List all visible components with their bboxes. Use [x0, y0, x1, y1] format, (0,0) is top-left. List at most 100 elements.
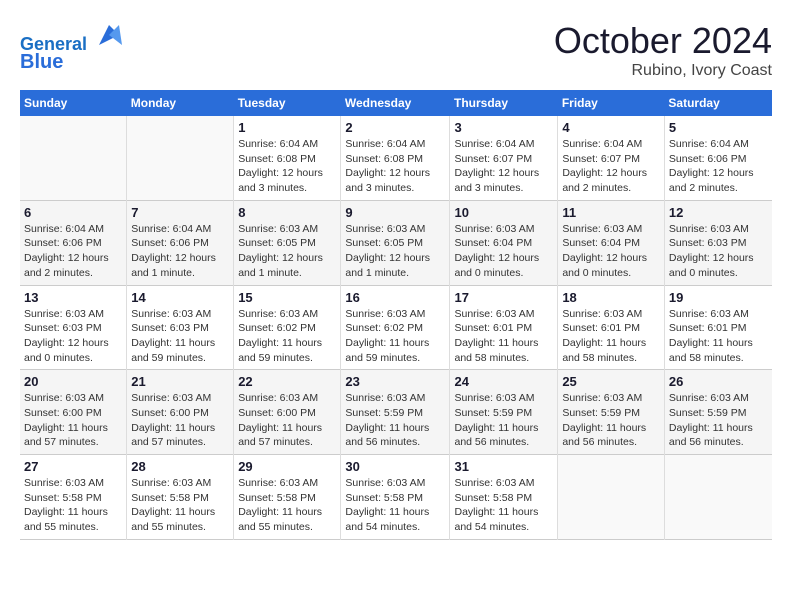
- day-number: 27: [24, 459, 122, 474]
- day-number: 14: [131, 290, 229, 305]
- day-info: Sunrise: 6:03 AM Sunset: 6:00 PM Dayligh…: [238, 391, 336, 450]
- day-info: Sunrise: 6:03 AM Sunset: 6:01 PM Dayligh…: [669, 307, 768, 366]
- day-info: Sunrise: 6:03 AM Sunset: 6:00 PM Dayligh…: [131, 391, 229, 450]
- calendar-cell: 5 Sunrise: 6:04 AM Sunset: 6:06 PM Daylig…: [664, 116, 772, 200]
- day-number: 28: [131, 459, 229, 474]
- day-number: 22: [238, 374, 336, 389]
- logo: General Blue: [20, 20, 124, 73]
- day-number: 13: [24, 290, 122, 305]
- day-info: Sunrise: 6:03 AM Sunset: 6:01 PM Dayligh…: [454, 307, 553, 366]
- day-number: 6: [24, 205, 122, 220]
- calendar-cell: 23 Sunrise: 6:03 AM Sunset: 5:59 PM Dayli…: [341, 370, 450, 455]
- weekday-header: Monday: [127, 90, 234, 116]
- calendar-cell: 17 Sunrise: 6:03 AM Sunset: 6:01 PM Dayli…: [450, 285, 558, 370]
- calendar-cell: 20 Sunrise: 6:03 AM Sunset: 6:00 PM Dayli…: [20, 370, 127, 455]
- calendar-cell: 26Sunrise: 6:03 AM Sunset: 5:59 PM Dayli…: [664, 370, 772, 455]
- calendar-cell: 22 Sunrise: 6:03 AM Sunset: 6:00 PM Dayli…: [234, 370, 341, 455]
- calendar-cell: 27 Sunrise: 6:03 AM Sunset: 5:58 PM Dayli…: [20, 455, 127, 540]
- calendar-cell: [558, 455, 665, 540]
- day-number: 16: [345, 290, 445, 305]
- calendar-table: SundayMondayTuesdayWednesdayThursdayFrid…: [20, 90, 772, 540]
- month-title: October 2024 Rubino, Ivory Coast: [554, 20, 772, 80]
- day-info: Sunrise: 6:03 AM Sunset: 6:00 PM Dayligh…: [24, 391, 122, 450]
- day-number: 1: [238, 120, 336, 135]
- calendar-cell: 3Sunrise: 6:04 AM Sunset: 6:07 PM Daylig…: [450, 116, 558, 200]
- calendar-week-row: 20 Sunrise: 6:03 AM Sunset: 6:00 PM Dayli…: [20, 370, 772, 455]
- day-info: Sunrise: 6:03 AM Sunset: 6:05 PM Dayligh…: [238, 222, 336, 281]
- day-info: Sunrise: 6:03 AM Sunset: 5:59 PM Dayligh…: [454, 391, 553, 450]
- calendar-cell: 16 Sunrise: 6:03 AM Sunset: 6:02 PM Dayli…: [341, 285, 450, 370]
- day-info: Sunrise: 6:03 AM Sunset: 6:03 PM Dayligh…: [669, 222, 768, 281]
- page-header: General Blue October 2024 Rubino, Ivory …: [20, 20, 772, 80]
- calendar-cell: 25Sunrise: 6:03 AM Sunset: 5:59 PM Dayli…: [558, 370, 665, 455]
- calendar-cell: 8 Sunrise: 6:03 AM Sunset: 6:05 PM Daylig…: [234, 200, 341, 285]
- weekday-header: Tuesday: [234, 90, 341, 116]
- day-number: 21: [131, 374, 229, 389]
- logo-icon: [94, 20, 124, 50]
- calendar-cell: 13Sunrise: 6:03 AM Sunset: 6:03 PM Dayli…: [20, 285, 127, 370]
- calendar-cell: 14 Sunrise: 6:03 AM Sunset: 6:03 PM Dayli…: [127, 285, 234, 370]
- calendar-body: 1 Sunrise: 6:04 AM Sunset: 6:08 PM Daylig…: [20, 116, 772, 539]
- day-info: Sunrise: 6:03 AM Sunset: 5:59 PM Dayligh…: [345, 391, 445, 450]
- day-info: Sunrise: 6:03 AM Sunset: 5:58 PM Dayligh…: [24, 476, 122, 535]
- calendar-cell: 29 Sunrise: 6:03 AM Sunset: 5:58 PM Dayli…: [234, 455, 341, 540]
- day-info: Sunrise: 6:03 AM Sunset: 6:03 PM Dayligh…: [131, 307, 229, 366]
- calendar-week-row: 13 Sunrise: 6:03 AM Sunset: 6:03 PM Dayli…: [20, 285, 772, 370]
- day-info: Sunrise: 6:04 AM Sunset: 6:07 PM Dayligh…: [454, 137, 553, 196]
- weekday-header: Thursday: [450, 90, 558, 116]
- day-number: 24: [454, 374, 553, 389]
- day-number: 20: [24, 374, 122, 389]
- calendar-cell: 1 Sunrise: 6:04 AM Sunset: 6:08 PM Daylig…: [234, 116, 341, 200]
- day-number: 17: [454, 290, 553, 305]
- weekday-header: Saturday: [664, 90, 772, 116]
- calendar-cell: 7Sunrise: 6:04 AM Sunset: 6:06 PM Daylig…: [127, 200, 234, 285]
- location: Rubino, Ivory Coast: [554, 62, 772, 80]
- day-number: 10: [454, 205, 553, 220]
- calendar-cell: [20, 116, 127, 200]
- calendar-cell: 28 Sunrise: 6:03 AM Sunset: 5:58 PM Dayli…: [127, 455, 234, 540]
- day-number: 2: [345, 120, 445, 135]
- calendar-cell: 2 Sunrise: 6:04 AM Sunset: 6:08 PM Daylig…: [341, 116, 450, 200]
- logo-text: General: [20, 20, 124, 55]
- calendar-cell: 30 Sunrise: 6:03 AM Sunset: 5:58 PM Dayli…: [341, 455, 450, 540]
- calendar-week-row: 27 Sunrise: 6:03 AM Sunset: 5:58 PM Dayli…: [20, 455, 772, 540]
- calendar-cell: 15 Sunrise: 6:03 AM Sunset: 6:02 PM Dayli…: [234, 285, 341, 370]
- calendar-cell: 9Sunrise: 6:03 AM Sunset: 6:05 PM Daylig…: [341, 200, 450, 285]
- day-number: 5: [669, 120, 768, 135]
- calendar-cell: 12 Sunrise: 6:03 AM Sunset: 6:03 PM Dayli…: [664, 200, 772, 285]
- day-info: Sunrise: 6:03 AM Sunset: 5:58 PM Dayligh…: [345, 476, 445, 535]
- day-info: Sunrise: 6:04 AM Sunset: 6:06 PM Dayligh…: [669, 137, 768, 196]
- day-number: 23: [345, 374, 445, 389]
- calendar-cell: 10Sunrise: 6:03 AM Sunset: 6:04 PM Dayli…: [450, 200, 558, 285]
- day-number: 29: [238, 459, 336, 474]
- day-info: Sunrise: 6:03 AM Sunset: 5:59 PM Dayligh…: [562, 391, 660, 450]
- day-info: Sunrise: 6:03 AM Sunset: 5:58 PM Dayligh…: [238, 476, 336, 535]
- calendar-cell: 19Sunrise: 6:03 AM Sunset: 6:01 PM Dayli…: [664, 285, 772, 370]
- day-number: 12: [669, 205, 768, 220]
- day-info: Sunrise: 6:04 AM Sunset: 6:06 PM Dayligh…: [24, 222, 122, 281]
- calendar-cell: [664, 455, 772, 540]
- day-number: 15: [238, 290, 336, 305]
- calendar-cell: 21 Sunrise: 6:03 AM Sunset: 6:00 PM Dayli…: [127, 370, 234, 455]
- weekday-header: Friday: [558, 90, 665, 116]
- month-year: October 2024: [554, 20, 772, 62]
- calendar-cell: 18Sunrise: 6:03 AM Sunset: 6:01 PM Dayli…: [558, 285, 665, 370]
- day-info: Sunrise: 6:03 AM Sunset: 5:58 PM Dayligh…: [131, 476, 229, 535]
- calendar-cell: 11Sunrise: 6:03 AM Sunset: 6:04 PM Dayli…: [558, 200, 665, 285]
- day-number: 30: [345, 459, 445, 474]
- calendar-header-row: SundayMondayTuesdayWednesdayThursdayFrid…: [20, 90, 772, 116]
- weekday-header: Sunday: [20, 90, 127, 116]
- day-info: Sunrise: 6:04 AM Sunset: 6:08 PM Dayligh…: [345, 137, 445, 196]
- weekday-header: Wednesday: [341, 90, 450, 116]
- day-info: Sunrise: 6:03 AM Sunset: 5:58 PM Dayligh…: [454, 476, 553, 535]
- day-number: 8: [238, 205, 336, 220]
- day-info: Sunrise: 6:04 AM Sunset: 6:08 PM Dayligh…: [238, 137, 336, 196]
- day-info: Sunrise: 6:03 AM Sunset: 6:02 PM Dayligh…: [238, 307, 336, 366]
- day-info: Sunrise: 6:04 AM Sunset: 6:06 PM Dayligh…: [131, 222, 229, 281]
- day-number: 18: [562, 290, 660, 305]
- day-info: Sunrise: 6:04 AM Sunset: 6:07 PM Dayligh…: [562, 137, 660, 196]
- calendar-cell: [127, 116, 234, 200]
- day-info: Sunrise: 6:03 AM Sunset: 6:05 PM Dayligh…: [345, 222, 445, 281]
- day-number: 26: [669, 374, 768, 389]
- day-info: Sunrise: 6:03 AM Sunset: 6:02 PM Dayligh…: [345, 307, 445, 366]
